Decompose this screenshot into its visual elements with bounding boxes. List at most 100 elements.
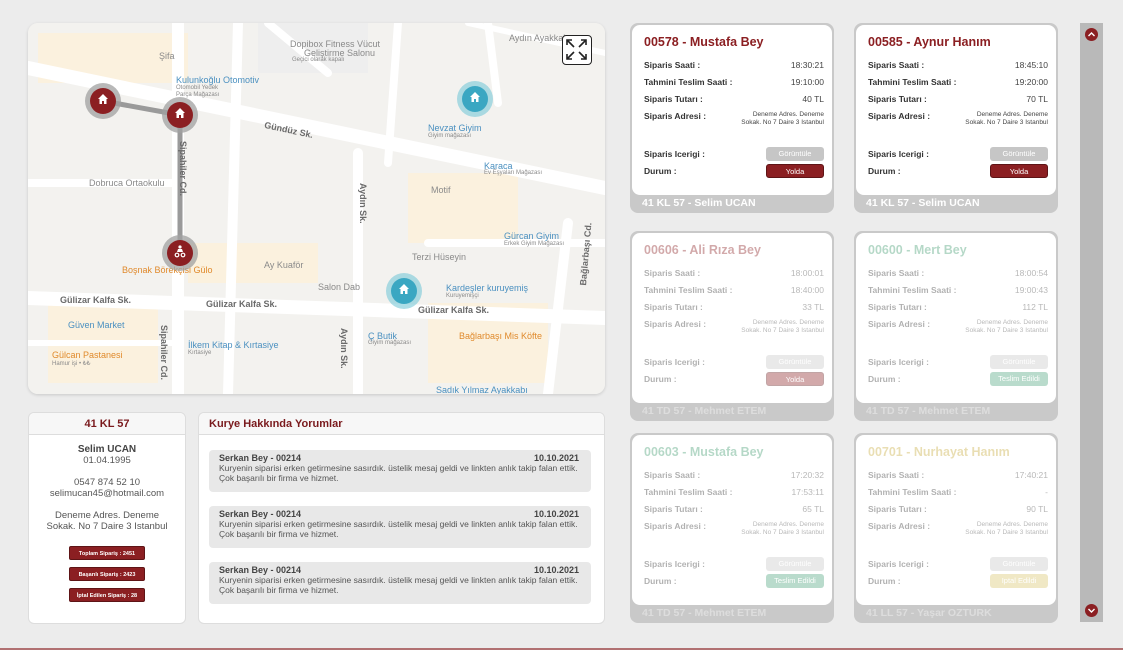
address-label: Siparis Adresi : xyxy=(644,521,707,531)
place-label: Hamur işi • ₺₺ xyxy=(52,361,91,367)
route-stop-pin[interactable] xyxy=(162,97,198,133)
address-label: Siparis Adresi : xyxy=(868,521,931,531)
comment-text: Kuryenin siparisi erken getirmesine sası… xyxy=(219,519,578,539)
comment-date: 10.10.2021 xyxy=(533,565,579,575)
successful-orders-button[interactable]: Başarılı Sipariş : 2423 xyxy=(69,567,145,581)
status-label: Durum : xyxy=(644,166,677,176)
place-label: Kulunkoğlu Otomotiv xyxy=(176,75,260,85)
chevron-down-icon xyxy=(1087,602,1096,620)
route-stop-pin[interactable] xyxy=(85,83,121,119)
amount-label: Siparis Tutarı : xyxy=(868,94,927,104)
order-amount: 33 TL xyxy=(802,302,824,312)
courier-location-pin[interactable] xyxy=(162,235,198,271)
status-label: Durum : xyxy=(644,576,677,586)
order-title: 00585 - Aynur Hanım xyxy=(868,35,991,49)
amount-label: Siparis Tutarı : xyxy=(644,504,703,514)
courier-address-line1: Deneme Adres. Deneme xyxy=(54,510,160,521)
view-content-button[interactable]: Görüntüle xyxy=(990,355,1048,369)
comment-author: Serkan Bey - 00214 xyxy=(219,453,302,463)
order-address: Deneme Adres. Deneme Sokak. No 7 Daire 3… xyxy=(965,319,1048,334)
content-label: Siparis Icerigi : xyxy=(644,559,705,569)
map-expand-button[interactable] xyxy=(562,35,592,65)
eta-label: Tahmini Teslim Saati : xyxy=(868,77,957,87)
street-label: Sipahiler Cd. xyxy=(178,141,188,197)
scroll-up-button[interactable] xyxy=(1085,28,1098,41)
order-amount: 65 TL xyxy=(802,504,824,514)
place-label: Ay Kuaför xyxy=(264,260,304,270)
home-icon xyxy=(174,106,186,124)
courier-stats: Toplam Sipariş : 2451 Başarılı Sipariş :… xyxy=(29,546,185,602)
eta-label: Tahmini Teslim Saati : xyxy=(868,285,957,295)
courier-email[interactable]: selimucan45@hotmail.com xyxy=(29,488,185,499)
content-label: Siparis Icerigi : xyxy=(644,149,705,159)
order-amount: 112 TL xyxy=(1022,302,1048,312)
courier-phone[interactable]: 0547 874 52 10 xyxy=(29,477,185,488)
eta-label: Tahmini Teslim Saati : xyxy=(644,285,733,295)
scroll-down-button[interactable] xyxy=(1085,604,1098,617)
view-content-button[interactable]: Görüntüle xyxy=(990,147,1048,161)
status-label: Durum : xyxy=(868,374,901,384)
comment-author: Serkan Bey - 00214 xyxy=(219,565,302,575)
orders-scrollbar[interactable] xyxy=(1080,23,1103,622)
address-label: Siparis Adresi : xyxy=(644,111,707,121)
order-address: Deneme Adres. Deneme Sokak. No 7 Daire 3… xyxy=(965,521,1048,536)
order-title: 00600 - Mert Bey xyxy=(868,243,967,257)
total-orders-button[interactable]: Toplam Sipariş : 2451 xyxy=(69,546,145,560)
status-badge: Yolda xyxy=(766,372,824,386)
order-address: Deneme Adres. Deneme Sokak. No 7 Daire 3… xyxy=(741,521,824,536)
order-card[interactable]: 00600 - Mert Bey Siparis Saati : 18:00:54… xyxy=(854,231,1058,421)
place-label: Bağlarbaşı Mis Köfte xyxy=(459,331,543,341)
courier-info-panel: 41 KL 57 Selim UCAN 01.04.1995 0547 874 … xyxy=(28,412,186,624)
order-courier: 41 LL 57 - Yaşar OZTURK xyxy=(866,607,992,619)
home-icon xyxy=(469,90,481,108)
view-content-button[interactable]: Görüntüle xyxy=(766,355,824,369)
delivery-map[interactable]: Gündüz Sk. Sipahiler Cd. Sipahiler Cd. A… xyxy=(28,23,605,394)
comment-item: Serkan Bey - 00214 10.10.2021 Kuryenin si… xyxy=(209,450,591,492)
place-label: Giyim mağazası xyxy=(368,340,412,346)
order-time-label: Siparis Saati : xyxy=(868,470,925,480)
status-badge: Teslim Edildi xyxy=(766,574,824,588)
order-card[interactable]: 00701 - Nurhayat Hanım Siparis Saati : 17… xyxy=(854,433,1058,623)
order-courier: 41 KL 57 - Selim UCAN xyxy=(642,197,756,209)
order-title: 00606 - Ali Rıza Bey xyxy=(644,243,761,257)
delivery-address-pin[interactable] xyxy=(386,273,422,309)
delivery-address-pin[interactable] xyxy=(457,81,493,117)
order-card[interactable]: 00578 - Mustafa Bey Siparis Saati : 18:30… xyxy=(630,23,834,213)
comment-text: Kuryenin siparisi erken getirmesine sası… xyxy=(219,463,578,483)
amount-label: Siparis Tutarı : xyxy=(644,302,703,312)
view-content-button[interactable]: Görüntüle xyxy=(766,557,824,571)
place-label: Kuruyemişçi xyxy=(446,293,479,299)
street-label: Aydın Sk. xyxy=(358,183,368,224)
address-label: Siparis Adresi : xyxy=(868,319,931,329)
order-time: 18:00:01 xyxy=(790,268,824,278)
order-eta: 19:00:43 xyxy=(1014,285,1048,295)
content-label: Siparis Icerigi : xyxy=(644,357,705,367)
order-card[interactable]: 00606 - Ali Rıza Bey Siparis Saati : 18:0… xyxy=(630,231,834,421)
street-label: Gülizar Kalfa Sk. xyxy=(60,295,132,305)
place-label: Erkek Giyim Mağazası xyxy=(504,241,565,247)
street-label: Gülizar Kalfa Sk. xyxy=(206,299,278,309)
order-title: 00701 - Nurhayat Hanım xyxy=(868,445,1010,459)
courier-comments-panel: Kurye Hakkında Yorumlar Serkan Bey - 002… xyxy=(198,412,605,624)
comment-item: Serkan Bey - 00214 10.10.2021 Kuryenin si… xyxy=(209,562,591,604)
view-content-button[interactable]: Görüntüle xyxy=(990,557,1048,571)
view-content-button[interactable]: Görüntüle xyxy=(766,147,824,161)
status-badge: Yolda xyxy=(766,164,824,178)
order-card[interactable]: 00585 - Aynur Hanım Siparis Saati : 18:45… xyxy=(854,23,1058,213)
amount-label: Siparis Tutarı : xyxy=(868,504,927,514)
order-eta: 19:10:00 xyxy=(790,77,824,87)
comment-author: Serkan Bey - 00214 xyxy=(219,509,302,519)
comment-text: Kuryenin siparisi erken getirmesine sası… xyxy=(219,575,578,595)
order-card[interactable]: 00603 - Mustafa Bey Siparis Saati : 17:20… xyxy=(630,433,834,623)
place-label: Giyim mağazası xyxy=(428,133,472,139)
order-eta: 17:53:11 xyxy=(791,487,824,497)
status-label: Durum : xyxy=(868,576,901,586)
order-time-label: Siparis Saati : xyxy=(644,268,701,278)
cancelled-orders-button[interactable]: İptal Edilen Sipariş : 28 xyxy=(69,588,145,602)
amount-label: Siparis Tutarı : xyxy=(868,302,927,312)
place-label: Geçici olarak kapalı xyxy=(292,57,345,63)
order-title: 00578 - Mustafa Bey xyxy=(644,35,764,49)
address-label: Siparis Adresi : xyxy=(868,111,931,121)
comment-item: Serkan Bey - 00214 10.10.2021 Kuryenin si… xyxy=(209,506,591,548)
place-label: Gülcan Pastanesi xyxy=(52,350,123,360)
